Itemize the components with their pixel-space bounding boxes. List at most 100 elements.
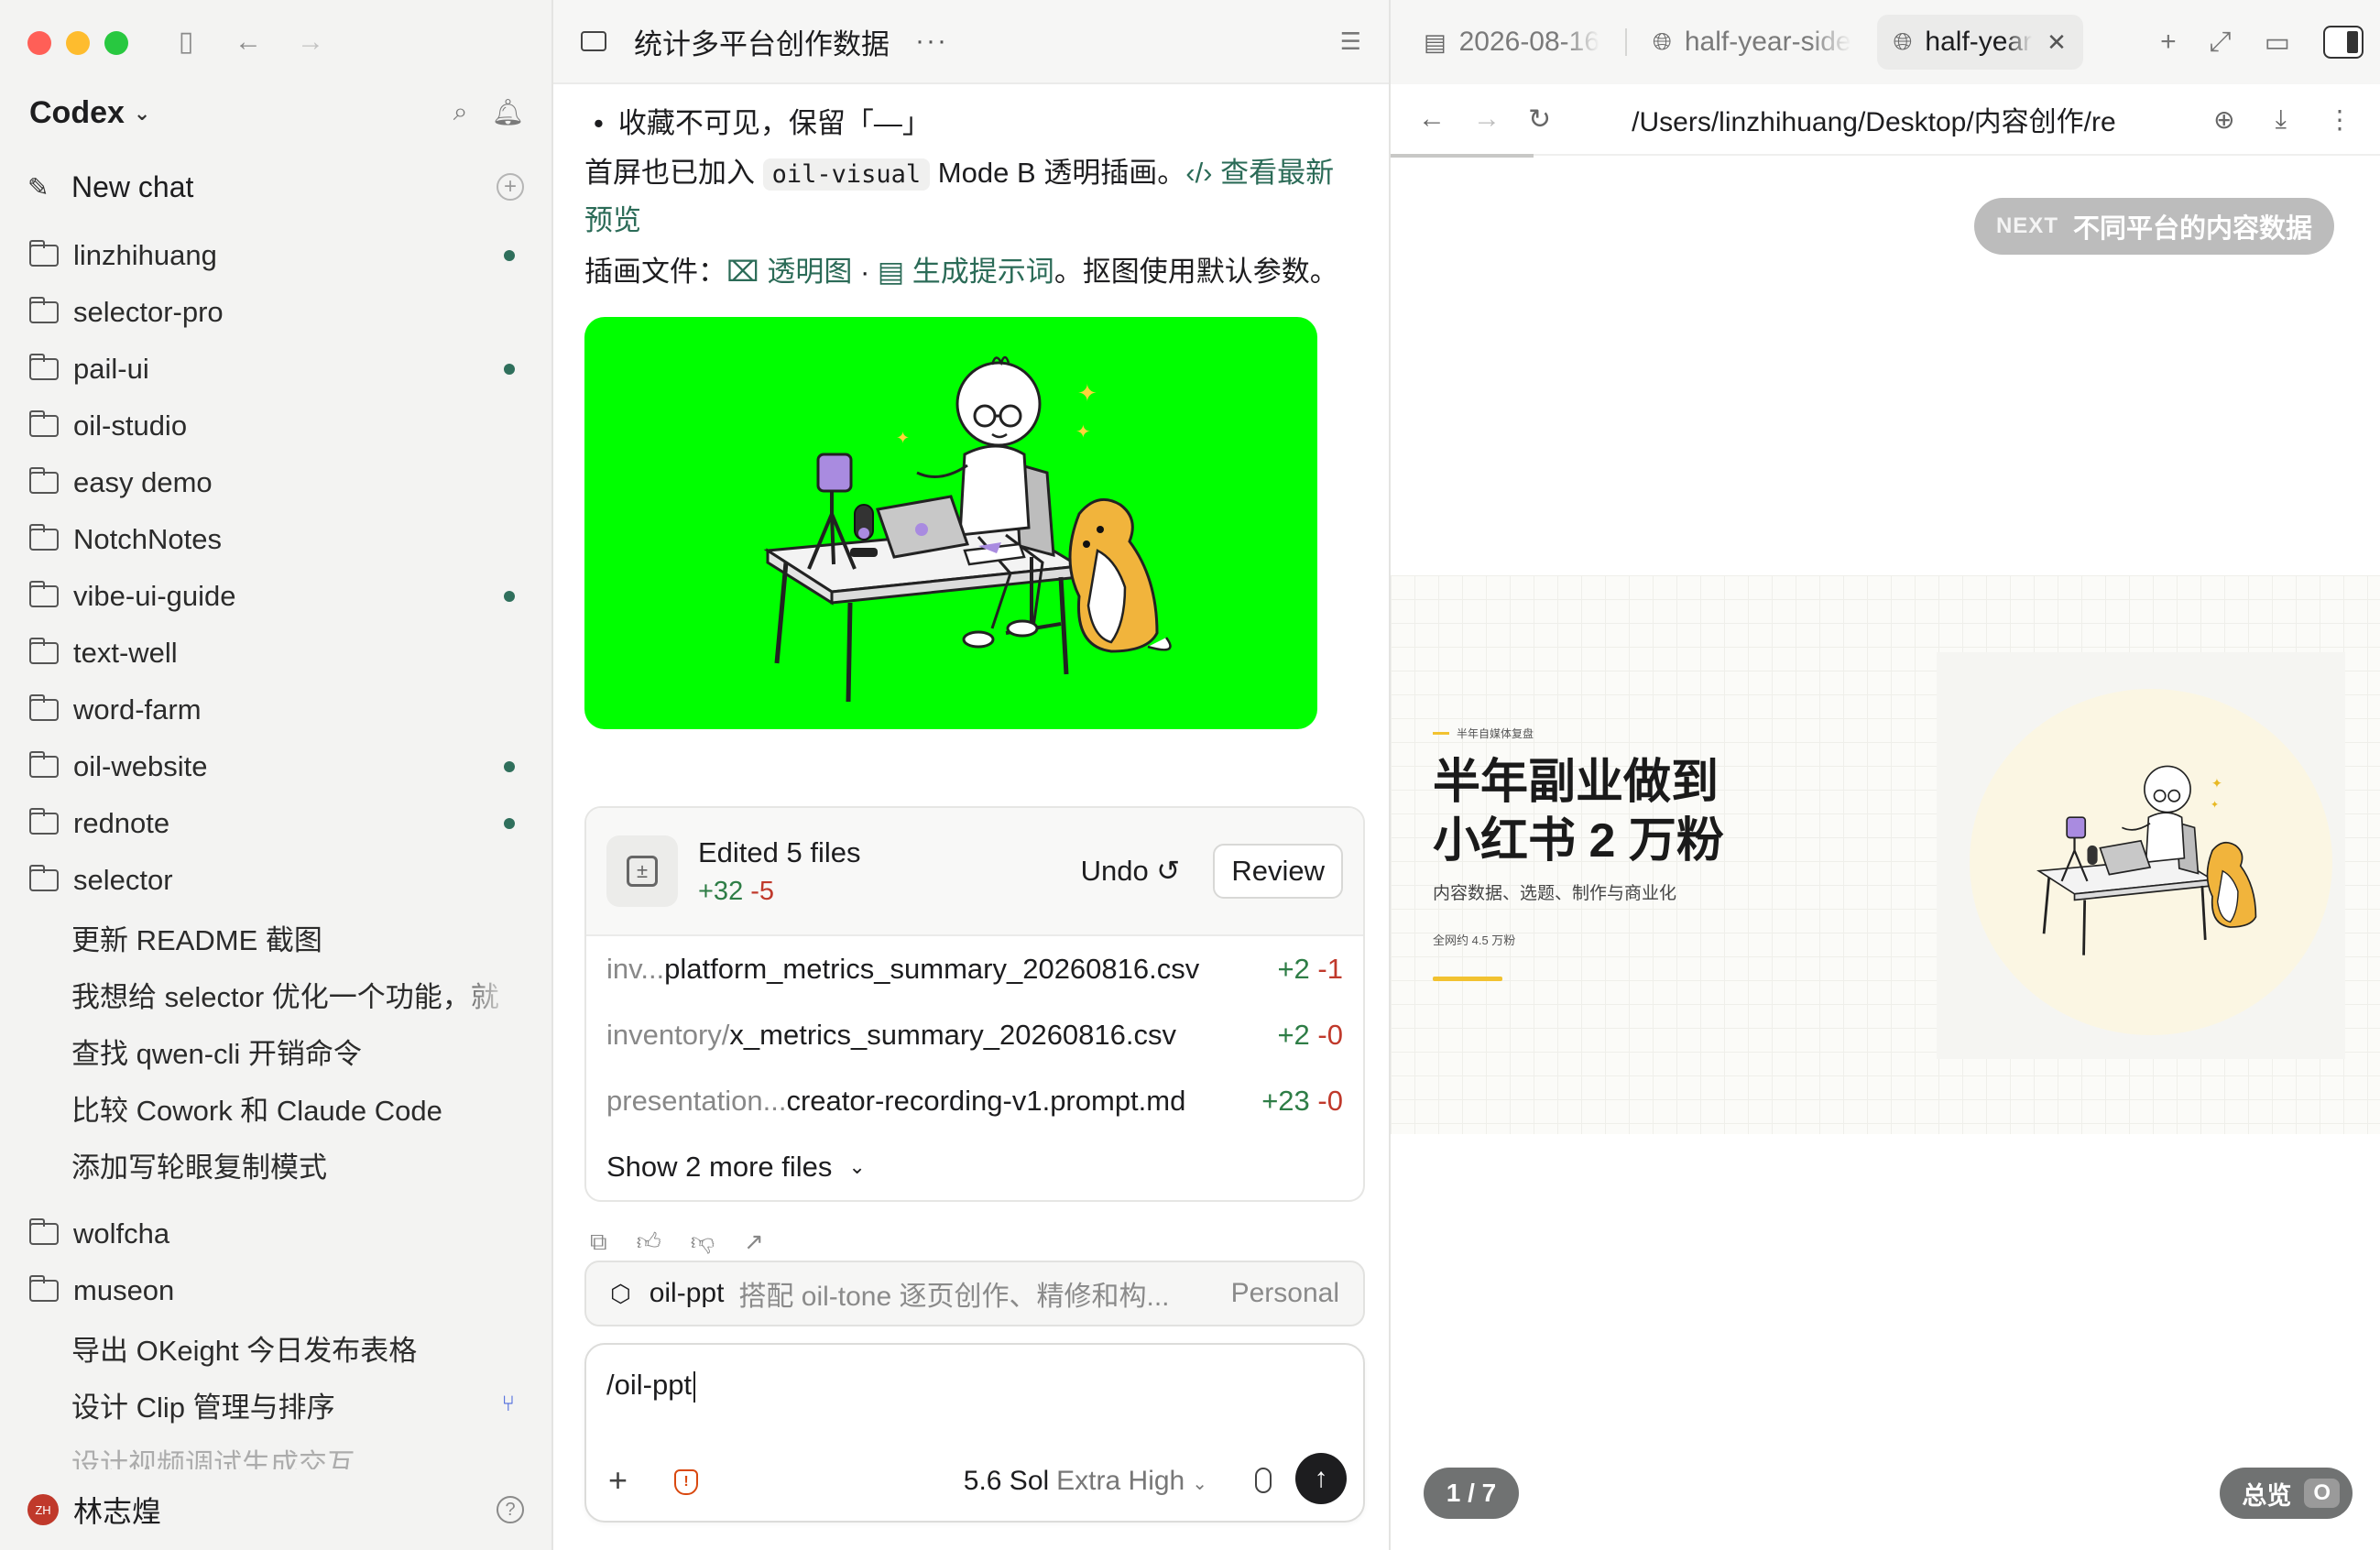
open-folder-icon — [28, 1275, 59, 1302]
thumbs-up-icon[interactable]: 👍︎ — [637, 1228, 661, 1257]
shield-icon[interactable]: ! — [674, 1469, 698, 1495]
forward-arrow-icon[interactable]: → — [1473, 104, 1501, 135]
url-field[interactable]: /Users/linzhihuang/Desktop/内容创作/re — [1632, 99, 2145, 139]
bell-icon[interactable]: 🔔︎ — [491, 97, 524, 127]
undo-button[interactable]: Undo ↺ — [1081, 855, 1181, 888]
chat-item[interactable]: 导出 OKeight 今日发布表格 — [0, 1319, 551, 1376]
document-icon: ▤ — [1424, 27, 1447, 56]
tab-half-year-side[interactable]: 🌐︎ half-year-side — [1636, 15, 1868, 70]
more-icon[interactable]: ··· — [915, 26, 948, 57]
slide-kicker: 半年自媒体复盘 — [1433, 726, 1534, 741]
back-arrow-icon[interactable]: ← — [1418, 104, 1446, 135]
unread-dot — [504, 364, 515, 375]
project-item-oil-website[interactable]: oil-website — [0, 738, 551, 795]
chat-item[interactable]: 查找 qwen-cli 开销命令 — [0, 1022, 551, 1079]
share-icon[interactable]: ↗ — [744, 1228, 764, 1257]
unread-dot — [504, 818, 515, 829]
show-more-files-button[interactable]: Show 2 more files ⌄ — [586, 1134, 1363, 1200]
zoom-window-button[interactable] — [104, 31, 128, 55]
chat-header: 统计多平台创作数据 ··· ☰ — [553, 0, 1389, 84]
address-bar: ← → ↻ /Users/linzhihuang/Desktop/内容创作/re… — [1391, 84, 2380, 156]
project-item-pail-ui[interactable]: pail-ui — [0, 341, 551, 398]
skill-suggestion[interactable]: ⬡ oil-ppt 搭配 oil-tone 逐页创作、精修和构... Perso… — [584, 1261, 1365, 1326]
overview-button[interactable]: 总览 O — [2220, 1468, 2353, 1519]
address-bar-actions: ⊕ ⤓ ⋮ — [2213, 104, 2353, 135]
chat-item[interactable]: 我想给 selector 优化一个功能，就 — [0, 966, 551, 1022]
forward-arrow-icon[interactable]: → — [295, 26, 326, 59]
project-item-notchnotes[interactable]: NotchNotes — [0, 511, 551, 568]
folder-icon — [28, 638, 59, 664]
next-slide-button[interactable]: NEXT 不同平台的内容数据 — [1973, 198, 2334, 255]
project-item-text-well[interactable]: text-well — [0, 625, 551, 682]
thumbs-down-icon[interactable]: 👎︎ — [691, 1228, 715, 1257]
chat-item[interactable]: 添加写轮眼复制模式 — [0, 1136, 551, 1193]
project-item-selector[interactable]: selector — [0, 852, 551, 909]
chat-title: 统计多平台创作数据 — [634, 27, 890, 60]
tab-date-doc[interactable]: ▤ 2026-08-16 — [1407, 15, 1616, 70]
unread-dot — [504, 591, 515, 602]
more-vertical-icon[interactable]: ⋮ — [2327, 104, 2353, 135]
project-item-selector-pro[interactable]: selector-pro — [0, 284, 551, 341]
tab-half-year[interactable]: 🌐︎ half-year ✕ — [1876, 15, 2083, 70]
workspace-switcher[interactable]: Codex ⌄ — [29, 95, 150, 131]
project-item-museon[interactable]: museon — [0, 1262, 551, 1319]
minimize-window-button[interactable] — [66, 31, 90, 55]
copy-icon[interactable]: ⧉ — [590, 1228, 607, 1257]
reload-icon[interactable]: ↻ — [1528, 104, 1551, 136]
attach-plus-icon[interactable]: + — [608, 1464, 628, 1497]
model-selector[interactable]: 5.6 Sol Extra High ⌄ — [964, 1466, 1207, 1497]
brand-name: Codex — [29, 95, 125, 130]
changed-file-row[interactable]: inventory/x_metrics_summary_20260816.csv… — [586, 1002, 1363, 1068]
changed-file-row[interactable]: inv... platform_metrics_summary_20260816… — [586, 936, 1363, 1002]
project-item-easy-demo[interactable]: easy demo — [0, 454, 551, 511]
folder-icon — [28, 1218, 59, 1245]
add-comment-icon[interactable]: ⊕ — [2213, 104, 2234, 135]
prompt-file-link[interactable]: ▤ 生成提示词 — [878, 256, 1054, 288]
illustration-image[interactable]: ✦ ✦ ✦ — [584, 317, 1317, 729]
composer: /oil-ppt + ! 5.6 Sol Extra High ⌄ ↑ — [584, 1343, 1365, 1523]
close-tab-icon[interactable]: ✕ — [2047, 28, 2067, 57]
compose-icon: ✎ — [27, 172, 49, 202]
add-icon[interactable]: + — [497, 173, 524, 201]
svg-text:✦: ✦ — [1077, 380, 1097, 408]
outline-icon[interactable]: ☰ — [1340, 27, 1361, 56]
search-icon[interactable]: ⌕ — [453, 97, 468, 127]
changed-file-row[interactable]: presentation... creator-recording-v1.prom… — [586, 1068, 1363, 1134]
message-bullet: 收藏不可见，保留「—」 — [584, 103, 1358, 145]
slide-pager[interactable]: 1 / 7 — [1424, 1468, 1519, 1519]
slide-subtitle: 内容数据、选题、制作与商业化 — [1433, 884, 1677, 903]
folder-icon — [28, 410, 59, 437]
project-item-oil-studio[interactable]: oil-studio — [0, 398, 551, 454]
user-bar[interactable]: ZH 林志煌 ? — [0, 1469, 551, 1550]
new-tab-icon[interactable]: + — [2160, 27, 2177, 58]
project-item-linzhihuang[interactable]: linzhihuang — [0, 227, 551, 284]
chat-item[interactable]: 更新 README 截图 — [0, 909, 551, 966]
skill-scope: Personal — [1230, 1278, 1339, 1308]
globe-icon: 🌐︎ — [1893, 27, 1913, 55]
toggle-panel-icon[interactable] — [2323, 26, 2364, 59]
sidebar-toggle-icon[interactable]: ▯ — [170, 26, 202, 59]
window-icon[interactable]: ▭ — [2265, 27, 2290, 59]
chat-item[interactable]: 设计 Clip 管理与排序 ⑂ — [0, 1376, 551, 1433]
back-arrow-icon[interactable]: ← — [233, 26, 264, 59]
project-item-word-farm[interactable]: word-farm — [0, 682, 551, 738]
send-button[interactable]: ↑ — [1295, 1453, 1347, 1504]
prompt-input[interactable]: /oil-ppt — [606, 1369, 1343, 1403]
expand-icon[interactable]: ⤢ — [2210, 27, 2232, 58]
transparent-image-link[interactable]: ⌧ 透明图 — [726, 256, 852, 288]
chat-item[interactable]: 比较 Cowork 和 Claude Code — [0, 1079, 551, 1136]
new-chat-button[interactable]: ✎ New chat + — [27, 167, 524, 207]
open-folder-icon — [28, 865, 59, 891]
project-item-rednote[interactable]: rednote — [0, 795, 551, 852]
help-icon[interactable]: ? — [497, 1496, 524, 1523]
review-button[interactable]: Review — [1213, 844, 1343, 899]
download-icon[interactable]: ⤓ — [2276, 104, 2287, 135]
project-item-vibe-ui-guide[interactable]: vibe-ui-guide — [0, 568, 551, 625]
project-item-wolfcha[interactable]: wolfcha — [0, 1206, 551, 1262]
text-caret — [693, 1370, 696, 1403]
close-window-button[interactable] — [27, 31, 51, 55]
new-chat-label: New chat — [71, 169, 194, 203]
folder-icon — [28, 354, 59, 380]
microphone-icon[interactable] — [1255, 1468, 1272, 1493]
